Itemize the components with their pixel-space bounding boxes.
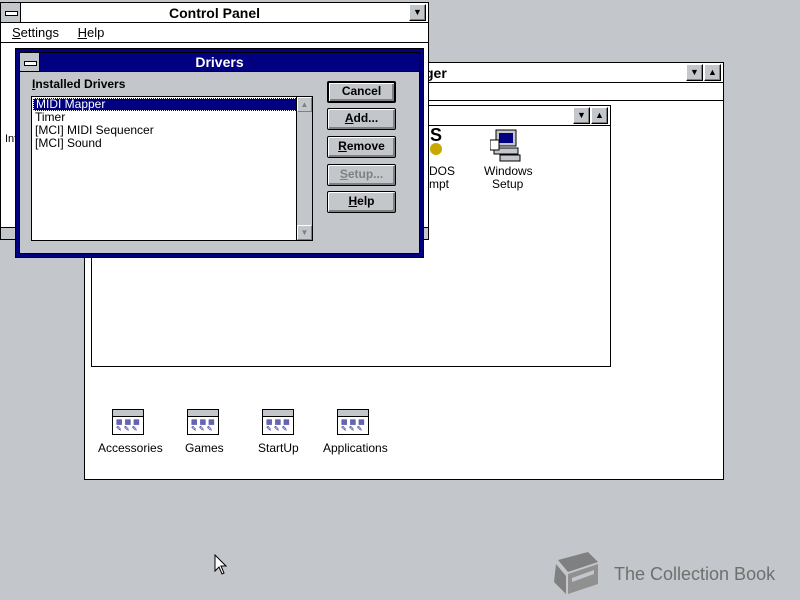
group-glyph: ▦ ▦ ▦ ✎ ✎ ✎ — [191, 419, 215, 433]
list-item[interactable]: [MCI] Sound — [32, 137, 312, 150]
msdos-prompt-label-line2: mpt — [429, 177, 450, 191]
list-item[interactable]: MIDI Mapper — [33, 98, 297, 111]
control-panel-menubar: Settings Help — [1, 23, 428, 43]
program-manager-minimize-button[interactable]: ▼ — [686, 64, 703, 81]
drivers-dialog-titlebar[interactable]: Drivers — [20, 53, 419, 72]
group-glyph: ▦ ▦ ▦ ✎ ✎ ✎ — [266, 419, 290, 433]
group-glyph: ▦ ▦ ▦ ✎ ✎ ✎ — [341, 419, 365, 433]
msdos-glyph: S — [430, 125, 443, 145]
watermark: The Collection Book — [548, 550, 788, 598]
remove-button[interactable]: Remove — [327, 136, 396, 158]
control-panel-titlebar[interactable]: Control Panel — [1, 3, 428, 23]
mouse-pointer-icon — [214, 554, 228, 575]
startup-group-icon[interactable]: ▦ ▦ ▦ ✎ ✎ ✎ — [262, 409, 294, 435]
windows-setup-label-line2: Setup — [492, 177, 524, 191]
windows-setup-icon[interactable] — [489, 128, 524, 162]
add-button[interactable]: Add... — [327, 108, 396, 130]
listbox-scrollbar[interactable]: ▲ ▼ — [296, 97, 312, 240]
msdos-icon-graphic: S — [430, 125, 448, 158]
games-label: Games — [185, 441, 224, 455]
accessories-group-icon[interactable]: ▦ ▦ ▦ ✎ ✎ ✎ — [112, 409, 144, 435]
group-glyph: ▦ ▦ ▦ ✎ ✎ ✎ — [116, 419, 140, 433]
applications-label: Applications — [323, 441, 388, 455]
main-group-minimize-button[interactable]: ▼ — [573, 107, 590, 124]
main-group-maximize-button[interactable]: ▲ — [591, 107, 608, 124]
installed-drivers-listbox[interactable]: MIDI Mapper Timer [MCI] MIDI Sequencer [… — [31, 96, 313, 241]
control-panel-minimize-button[interactable]: ▼ — [409, 4, 426, 21]
games-group-icon[interactable]: ▦ ▦ ▦ ✎ ✎ ✎ — [187, 409, 219, 435]
drivers-dialog-title: Drivers — [195, 54, 244, 70]
applications-group-icon[interactable]: ▦ ▦ ▦ ✎ ✎ ✎ — [337, 409, 369, 435]
startup-label: StartUp — [258, 441, 299, 455]
computer-icon — [489, 129, 521, 162]
drivers-system-menu-icon[interactable] — [20, 53, 40, 71]
watermark-text: The Collection Book — [614, 564, 776, 584]
book-icon — [554, 552, 598, 594]
cancel-button[interactable]: Cancel — [327, 81, 396, 103]
menu-help[interactable]: Help — [78, 23, 105, 42]
program-manager-maximize-button[interactable]: ▲ — [704, 64, 721, 81]
help-button[interactable]: Help — [327, 191, 396, 213]
accessories-label: Accessories — [98, 441, 163, 455]
msdos-glyph-badge — [430, 143, 442, 155]
scroll-up-arrow-icon[interactable]: ▲ — [297, 97, 312, 112]
installed-drivers-label: Installed Drivers — [32, 77, 126, 91]
windows-setup-label-line1: Windows — [484, 164, 533, 178]
scroll-down-arrow-icon[interactable]: ▼ — [297, 225, 312, 240]
msdos-prompt-label-line1: DOS — [429, 164, 456, 178]
control-panel-system-menu-icon[interactable] — [1, 3, 21, 22]
menu-settings[interactable]: Settings — [12, 23, 59, 42]
setup-button[interactable]: Setup... — [327, 164, 396, 186]
control-panel-title: Control Panel — [168, 5, 260, 21]
